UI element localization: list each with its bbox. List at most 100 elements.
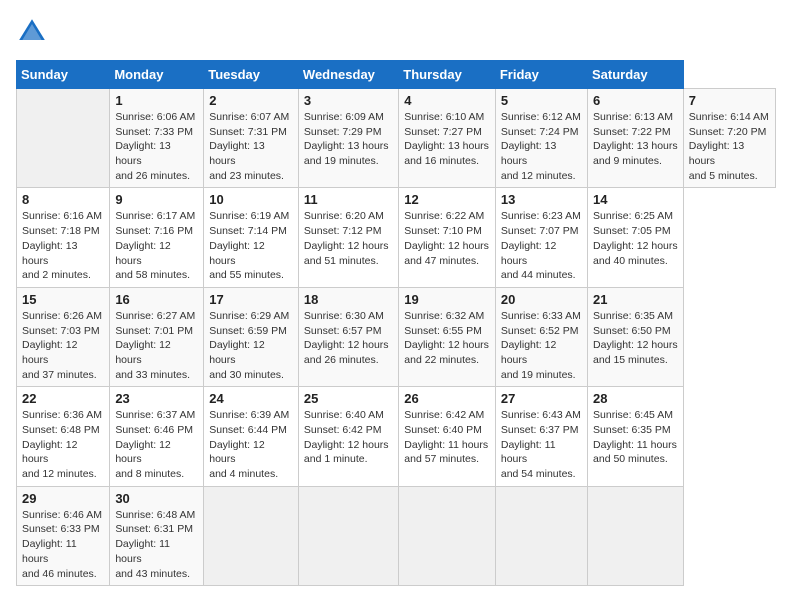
- day-number: 28: [593, 391, 678, 406]
- day-detail: Sunrise: 6:37 AM Sunset: 6:46 PM Dayligh…: [115, 408, 198, 481]
- day-detail: Sunrise: 6:29 AM Sunset: 6:59 PM Dayligh…: [209, 309, 293, 382]
- day-detail: Sunrise: 6:07 AM Sunset: 7:31 PM Dayligh…: [209, 110, 293, 183]
- calendar-cell: 8Sunrise: 6:16 AM Sunset: 7:18 PM Daylig…: [17, 188, 110, 287]
- day-number: 16: [115, 292, 198, 307]
- day-number: 24: [209, 391, 293, 406]
- day-number: 20: [501, 292, 582, 307]
- calendar-cell: [588, 486, 684, 585]
- calendar-cell: 19Sunrise: 6:32 AM Sunset: 6:55 PM Dayli…: [399, 287, 496, 386]
- day-number: 26: [404, 391, 490, 406]
- day-number: 30: [115, 491, 198, 506]
- day-number: 1: [115, 93, 198, 108]
- day-detail: Sunrise: 6:23 AM Sunset: 7:07 PM Dayligh…: [501, 209, 582, 282]
- calendar-cell: 24Sunrise: 6:39 AM Sunset: 6:44 PM Dayli…: [204, 387, 299, 486]
- calendar-week-1: 8Sunrise: 6:16 AM Sunset: 7:18 PM Daylig…: [17, 188, 776, 287]
- calendar-cell: 3 Sunrise: 6:09 AM Sunset: 7:29 PM Daylig…: [298, 89, 398, 188]
- day-detail: Sunrise: 6:36 AM Sunset: 6:48 PM Dayligh…: [22, 408, 104, 481]
- calendar-cell: [399, 486, 496, 585]
- day-detail: Sunrise: 6:09 AM Sunset: 7:29 PM Dayligh…: [304, 110, 393, 169]
- calendar-week-2: 15 Sunrise: 6:26 AM Sunset: 7:03 PM Dayli…: [17, 287, 776, 386]
- calendar-cell: 6 Sunrise: 6:13 AM Sunset: 7:22 PM Daylig…: [588, 89, 684, 188]
- calendar-cell: 25 Sunrise: 6:40 AM Sunset: 6:42 PM Dayli…: [298, 387, 398, 486]
- calendar-cell: 11 Sunrise: 6:20 AM Sunset: 7:12 PM Dayli…: [298, 188, 398, 287]
- weekday-header-sunday: Sunday: [17, 61, 110, 89]
- calendar-cell: [298, 486, 398, 585]
- calendar-cell: 1 Sunrise: 6:06 AM Sunset: 7:33 PM Daylig…: [110, 89, 204, 188]
- calendar-cell: 18 Sunrise: 6:30 AM Sunset: 6:57 PM Dayli…: [298, 287, 398, 386]
- calendar-cell: 12Sunrise: 6:22 AM Sunset: 7:10 PM Dayli…: [399, 188, 496, 287]
- day-detail: Sunrise: 6:33 AM Sunset: 6:52 PM Dayligh…: [501, 309, 582, 382]
- calendar-cell: 17 Sunrise: 6:29 AM Sunset: 6:59 PM Dayli…: [204, 287, 299, 386]
- day-detail: Sunrise: 6:12 AM Sunset: 7:24 PM Dayligh…: [501, 110, 582, 183]
- day-detail: Sunrise: 6:20 AM Sunset: 7:12 PM Dayligh…: [304, 209, 393, 268]
- day-number: 17: [209, 292, 293, 307]
- calendar-cell: 4 Sunrise: 6:10 AM Sunset: 7:27 PM Daylig…: [399, 89, 496, 188]
- calendar-table: SundayMondayTuesdayWednesdayThursdayFrid…: [16, 60, 776, 586]
- day-number: 21: [593, 292, 678, 307]
- calendar-cell: 30 Sunrise: 6:48 AM Sunset: 6:31 PM Dayli…: [110, 486, 204, 585]
- calendar-cell: 5Sunrise: 6:12 AM Sunset: 7:24 PM Daylig…: [495, 89, 587, 188]
- day-detail: Sunrise: 6:13 AM Sunset: 7:22 PM Dayligh…: [593, 110, 678, 169]
- day-detail: Sunrise: 6:48 AM Sunset: 6:31 PM Dayligh…: [115, 508, 198, 581]
- calendar-cell: 23 Sunrise: 6:37 AM Sunset: 6:46 PM Dayli…: [110, 387, 204, 486]
- calendar-cell: 14 Sunrise: 6:25 AM Sunset: 7:05 PM Dayli…: [588, 188, 684, 287]
- day-number: 13: [501, 192, 582, 207]
- day-number: 15: [22, 292, 104, 307]
- calendar-cell: [17, 89, 110, 188]
- weekday-header-friday: Friday: [495, 61, 587, 89]
- calendar-cell: 9Sunrise: 6:17 AM Sunset: 7:16 PM Daylig…: [110, 188, 204, 287]
- day-number: 22: [22, 391, 104, 406]
- calendar-cell: 29Sunrise: 6:46 AM Sunset: 6:33 PM Dayli…: [17, 486, 110, 585]
- day-detail: Sunrise: 6:42 AM Sunset: 6:40 PM Dayligh…: [404, 408, 490, 467]
- day-detail: Sunrise: 6:40 AM Sunset: 6:42 PM Dayligh…: [304, 408, 393, 467]
- calendar-week-4: 29Sunrise: 6:46 AM Sunset: 6:33 PM Dayli…: [17, 486, 776, 585]
- day-number: 12: [404, 192, 490, 207]
- day-detail: Sunrise: 6:06 AM Sunset: 7:33 PM Dayligh…: [115, 110, 198, 183]
- day-detail: Sunrise: 6:45 AM Sunset: 6:35 PM Dayligh…: [593, 408, 678, 467]
- calendar-cell: 20 Sunrise: 6:33 AM Sunset: 6:52 PM Dayli…: [495, 287, 587, 386]
- day-number: 27: [501, 391, 582, 406]
- day-number: 2: [209, 93, 293, 108]
- day-number: 8: [22, 192, 104, 207]
- calendar-cell: 21 Sunrise: 6:35 AM Sunset: 6:50 PM Dayli…: [588, 287, 684, 386]
- day-number: 18: [304, 292, 393, 307]
- calendar-week-0: 1 Sunrise: 6:06 AM Sunset: 7:33 PM Daylig…: [17, 89, 776, 188]
- weekday-header-wednesday: Wednesday: [298, 61, 398, 89]
- day-detail: Sunrise: 6:19 AM Sunset: 7:14 PM Dayligh…: [209, 209, 293, 282]
- day-number: 4: [404, 93, 490, 108]
- calendar-cell: 22 Sunrise: 6:36 AM Sunset: 6:48 PM Dayli…: [17, 387, 110, 486]
- day-number: 3: [304, 93, 393, 108]
- day-detail: Sunrise: 6:46 AM Sunset: 6:33 PM Dayligh…: [22, 508, 104, 581]
- calendar-cell: 2 Sunrise: 6:07 AM Sunset: 7:31 PM Daylig…: [204, 89, 299, 188]
- calendar-header-row: SundayMondayTuesdayWednesdayThursdayFrid…: [17, 61, 776, 89]
- logo-icon: [16, 16, 48, 48]
- day-number: 25: [304, 391, 393, 406]
- day-number: 10: [209, 192, 293, 207]
- day-number: 14: [593, 192, 678, 207]
- weekday-header-tuesday: Tuesday: [204, 61, 299, 89]
- day-detail: Sunrise: 6:43 AM Sunset: 6:37 PM Dayligh…: [501, 408, 582, 481]
- page-header: [16, 16, 776, 48]
- calendar-cell: 28 Sunrise: 6:45 AM Sunset: 6:35 PM Dayli…: [588, 387, 684, 486]
- day-detail: Sunrise: 6:14 AM Sunset: 7:20 PM Dayligh…: [689, 110, 770, 183]
- day-number: 6: [593, 93, 678, 108]
- day-detail: Sunrise: 6:17 AM Sunset: 7:16 PM Dayligh…: [115, 209, 198, 282]
- logo: [16, 16, 52, 48]
- day-number: 11: [304, 192, 393, 207]
- day-detail: Sunrise: 6:10 AM Sunset: 7:27 PM Dayligh…: [404, 110, 490, 169]
- weekday-header-monday: Monday: [110, 61, 204, 89]
- calendar-week-3: 22 Sunrise: 6:36 AM Sunset: 6:48 PM Dayli…: [17, 387, 776, 486]
- day-detail: Sunrise: 6:35 AM Sunset: 6:50 PM Dayligh…: [593, 309, 678, 368]
- day-number: 19: [404, 292, 490, 307]
- day-number: 23: [115, 391, 198, 406]
- day-detail: Sunrise: 6:30 AM Sunset: 6:57 PM Dayligh…: [304, 309, 393, 368]
- calendar-cell: 7 Sunrise: 6:14 AM Sunset: 7:20 PM Daylig…: [683, 89, 775, 188]
- weekday-header-thursday: Thursday: [399, 61, 496, 89]
- day-detail: Sunrise: 6:26 AM Sunset: 7:03 PM Dayligh…: [22, 309, 104, 382]
- day-detail: Sunrise: 6:25 AM Sunset: 7:05 PM Dayligh…: [593, 209, 678, 268]
- calendar-cell: 27 Sunrise: 6:43 AM Sunset: 6:37 PM Dayli…: [495, 387, 587, 486]
- calendar-cell: [204, 486, 299, 585]
- calendar-cell: 13 Sunrise: 6:23 AM Sunset: 7:07 PM Dayli…: [495, 188, 587, 287]
- calendar-cell: [495, 486, 587, 585]
- day-number: 7: [689, 93, 770, 108]
